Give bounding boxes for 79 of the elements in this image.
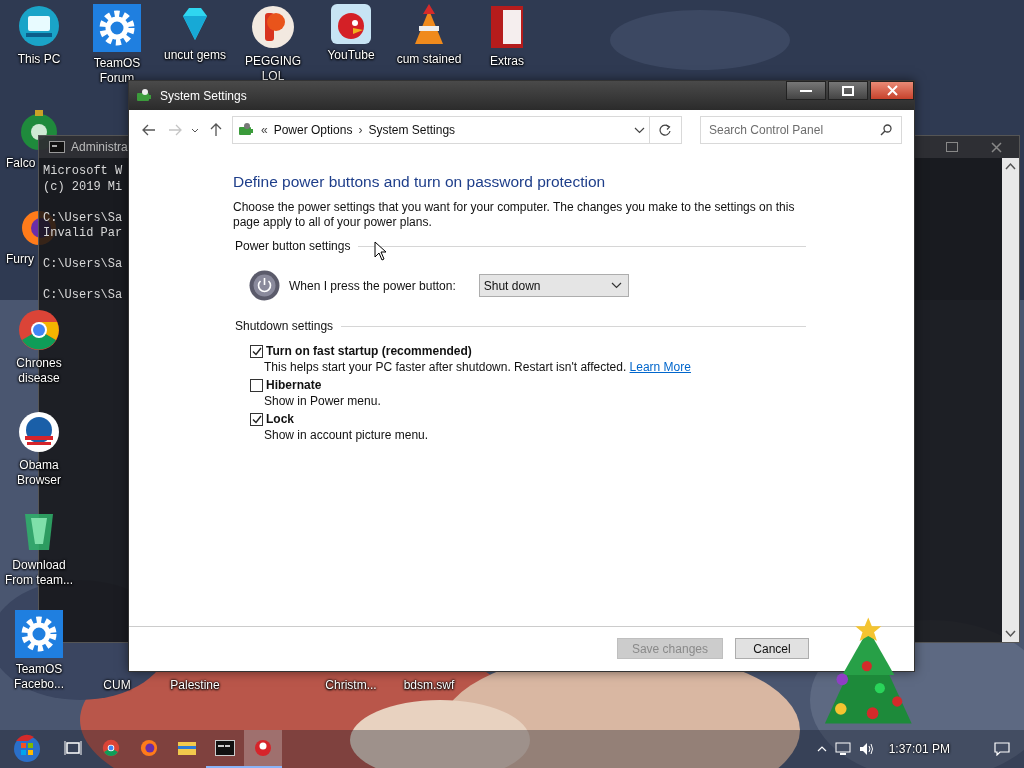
icon-label[interactable]: PEGGING LOL [235, 54, 311, 84]
address-bar[interactable]: « Power Options › System Settings [232, 116, 650, 144]
breadcrumb-separator: › [358, 123, 363, 137]
volume-icon[interactable] [858, 742, 875, 756]
icon-label[interactable]: TeamOS Forum [79, 56, 155, 86]
refresh-button[interactable] [650, 116, 682, 144]
option-label[interactable]: Turn on fast startup (recommended) [266, 344, 472, 358]
caret-icon[interactable] [191, 127, 200, 133]
page-description: Choose the power settings that you want for your computer. The changes you make to the settings on this page apply to all of your power plans. [233, 200, 796, 230]
gear-icon [15, 610, 63, 658]
icon-label[interactable]: Download From team... [1, 558, 77, 588]
option-description: Show in Power menu. [264, 394, 382, 408]
bird-icon [331, 4, 371, 44]
search-icon[interactable] [880, 124, 892, 136]
option-description: Show in account picture menu. [264, 428, 430, 442]
monitor-icon [17, 4, 61, 48]
option-label[interactable]: Lock [266, 412, 294, 426]
minimize-button[interactable] [786, 81, 826, 100]
refresh-icon[interactable] [659, 124, 672, 136]
console-text: C:\Users\Sa [43, 210, 123, 226]
scrollbar[interactable] [1002, 158, 1019, 642]
icon-label[interactable]: YouTube [313, 48, 389, 63]
firefox-icon[interactable] [140, 739, 158, 757]
folder-icon[interactable] [177, 740, 197, 756]
task-view-icon[interactable] [64, 740, 82, 756]
notification-icon[interactable] [994, 742, 1010, 756]
field-label: When I press the power button: [289, 278, 456, 293]
breadcrumb-item[interactable]: System Settings [368, 123, 456, 137]
icon-label[interactable]: Christm... [313, 678, 389, 693]
checkbox[interactable] [250, 378, 263, 392]
network-icon[interactable] [834, 742, 851, 756]
section-title: Power button settings [235, 239, 351, 253]
icon-label[interactable]: This PC [1, 52, 77, 67]
cancel-button[interactable]: Cancel [735, 638, 809, 659]
clock[interactable]: 1:37:01 PM [888, 742, 950, 756]
app-icon[interactable] [254, 739, 272, 757]
caret-icon[interactable] [610, 282, 622, 289]
cursor-icon [374, 241, 387, 261]
gear-icon [93, 4, 141, 52]
console-icon[interactable] [215, 740, 235, 756]
chrome-icon[interactable] [102, 739, 120, 757]
back-arrow-icon[interactable] [142, 124, 156, 136]
console-icon [49, 141, 65, 153]
icon-label[interactable]: Obama Browser [1, 458, 77, 488]
icon-label[interactable]: Palestine [157, 678, 233, 693]
console-text: (c) 2019 Mi [43, 179, 123, 195]
window-title: System Settings [160, 88, 247, 103]
page-heading: Define power buttons and turn on password protection [233, 173, 607, 191]
round-logo-icon [250, 4, 296, 50]
maximize-icon[interactable] [945, 142, 958, 152]
power-action-dropdown[interactable]: Shut down [478, 274, 629, 297]
learn-more-link[interactable]: Learn More [629, 360, 691, 374]
window-title: Administra [71, 140, 128, 154]
option-description: This helps start your PC faster after shutdown. Restart isn't affected. Learn More [264, 360, 692, 374]
overflow-chevron[interactable]: « [261, 123, 268, 137]
console-text: Invalid Par [43, 226, 123, 242]
console-text: C:\Users\Sa [43, 288, 123, 304]
maximize-button[interactable] [828, 81, 868, 100]
icon-label[interactable]: Extras [469, 54, 545, 69]
section-title: Shutdown settings [235, 319, 334, 333]
up-arrow-icon[interactable] [210, 123, 222, 137]
console-text: C:\Users\Sa [43, 257, 123, 273]
icon-label[interactable]: Chrones disease [1, 356, 77, 386]
icon-label[interactable]: bdsm.swf [391, 678, 467, 693]
icon-label[interactable]: uncut gems [157, 48, 233, 63]
icon-label[interactable]: cum stained [391, 52, 467, 67]
search-field[interactable]: Search Control Panel [700, 116, 902, 144]
close-button[interactable] [870, 81, 914, 100]
option-label[interactable]: Hibernate [266, 378, 322, 392]
breadcrumb-item[interactable]: Power Options [273, 123, 353, 137]
power-icon [249, 270, 280, 301]
icon-label[interactable]: TeamOS Facebo... [1, 662, 77, 692]
icon-label[interactable]: Furry [6, 252, 34, 267]
start-icon[interactable] [12, 733, 42, 763]
console-text: Microsoft W [43, 164, 123, 180]
caret-icon[interactable] [634, 126, 645, 134]
close-icon[interactable] [991, 141, 1002, 153]
icon-label[interactable]: Falco [6, 156, 36, 171]
icon-label[interactable]: CUM [79, 678, 155, 693]
